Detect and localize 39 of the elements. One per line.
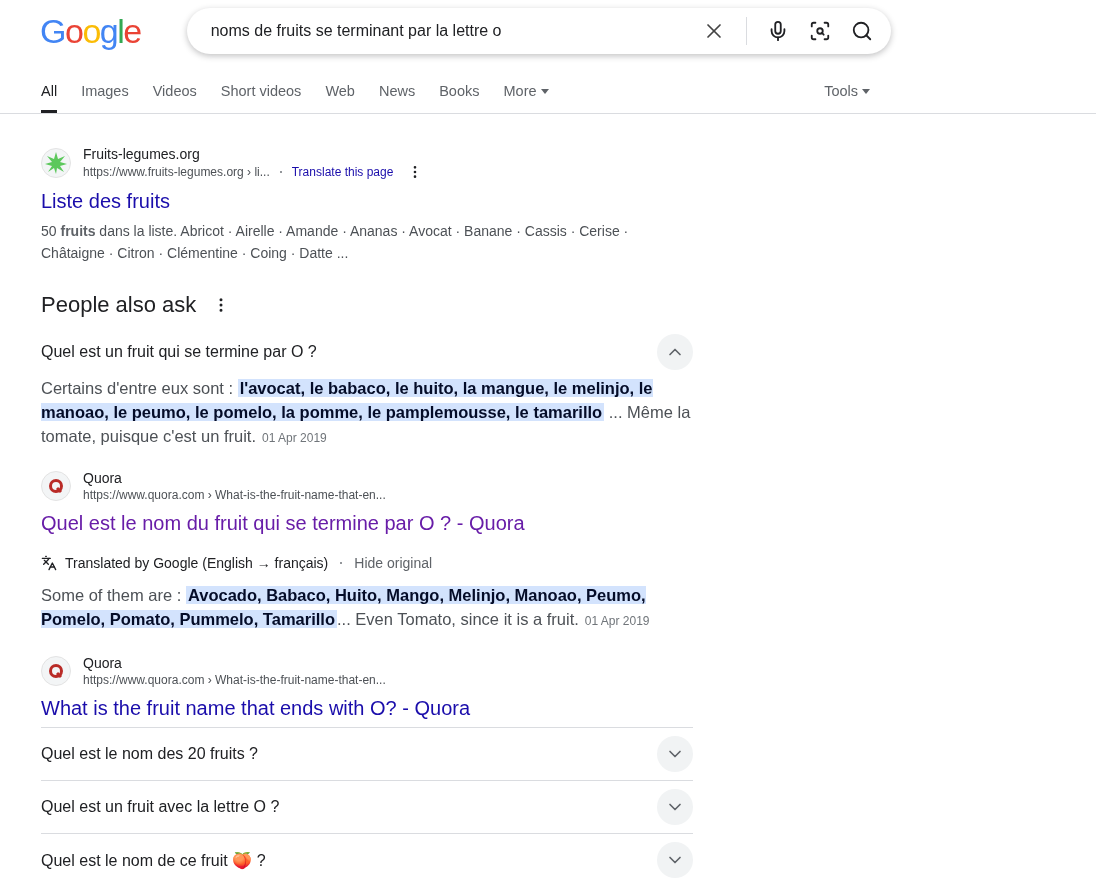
question-text[interactable]: Quel est un fruit qui se termine par O ? [41, 343, 317, 361]
result-title-link[interactable]: Quel est le nom du fruit qui se termine par O ? - Quora [41, 510, 693, 536]
result-title-link[interactable]: What is the fruit name that ends with O? - Quora [41, 695, 693, 721]
translate-icon [41, 555, 57, 571]
letter-q-icon [41, 656, 71, 686]
tools-button[interactable]: Tools [824, 83, 870, 113]
hide-original-link[interactable]: Hide original [354, 555, 433, 571]
letter-q-icon [41, 471, 71, 501]
result-url: https://www.quora.com › What-is-the-fruit-name-that-en... [83, 673, 386, 687]
search-tab[interactable]: Books [439, 83, 480, 113]
result-url: https://www.quora.com › What-is-the-fruit-name-that-en... [83, 488, 386, 502]
question-text[interactable]: Quel est le nom de ce fruit 🍑 ? [41, 850, 266, 870]
result-url: https://www.fruits-legumes.org › li... [83, 165, 270, 179]
site-name: Quora [83, 655, 123, 671]
search-tab[interactable]: Videos [152, 83, 197, 113]
site-name: Quora [83, 470, 123, 486]
search-tab[interactable]: Images [81, 83, 129, 113]
question-text[interactable]: Quel est le nom des 20 fruits ? [41, 745, 258, 763]
answer-text: Certains d'entre eux sont : l'avocat, le babaco, le huito, la mangue, le melinjo, le manoao, le peumo, le pomelo, la pomme, le pamplemousse, le tamarillo ... Même la tomate, puisque c'est un fruit. 01 Apr 2019 [41, 378, 692, 447]
search-tab[interactable]: All [41, 83, 58, 113]
original-text: Some of them are : Avocado, Babaco, Huito, Mango, Melinjo, Manoao, Peumo, Pomelo, Pomato, Pummelo, Tamarillo... Even Tomato, since it is a fruit. 01 Apr 2019 [41, 585, 651, 630]
caret-icon [862, 88, 870, 94]
result-title-link[interactable]: Liste des fruits [41, 188, 693, 214]
logo[interactable]: Google [40, 11, 141, 51]
search-tab[interactable]: Short videos [220, 83, 302, 113]
result-snippet: 50 fruits dans la liste. Abricot · Airelle · Amande · Ananas · Avocat · Banane · Cassis · Cerise · Châtaigne · Citron · Clémentine · Coing · Datte ... [41, 222, 630, 263]
search-tab[interactable]: Web [325, 83, 355, 113]
translation-label: Translated by Google (English → français) [65, 555, 329, 571]
star-burst-icon [41, 148, 71, 178]
search-icon[interactable] [850, 20, 873, 42]
translate-link[interactable]: Translate this page [291, 165, 394, 179]
search-tab[interactable]: More [503, 83, 549, 113]
section-heading: People also ask [41, 292, 197, 318]
camera-icon[interactable] [808, 20, 831, 42]
site-name: Fruits-legumes.org [83, 146, 201, 162]
search-input[interactable]: noms de fruits se terminant par la lettre o [208, 21, 682, 41]
question-text[interactable]: Quel est un fruit avec la lettre O ? [41, 798, 280, 816]
caret-icon [540, 88, 549, 94]
search-tab[interactable]: News [378, 83, 416, 113]
